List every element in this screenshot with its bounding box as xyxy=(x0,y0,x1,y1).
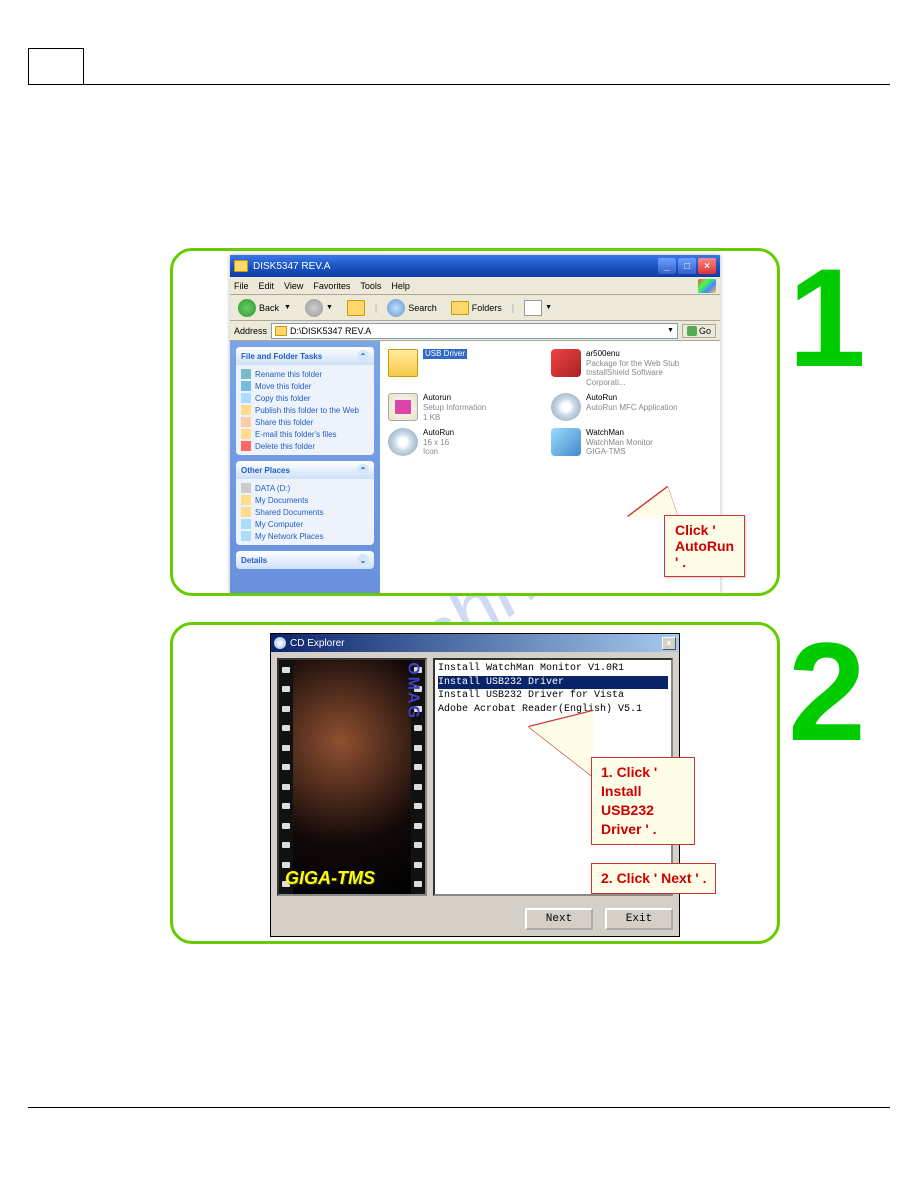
menu-file[interactable]: File xyxy=(234,281,249,291)
go-icon xyxy=(687,326,697,336)
xp-titlebar: DISK5347 REV.A _ □ × xyxy=(230,255,720,277)
windows-logo-icon xyxy=(698,279,716,293)
search-icon xyxy=(387,299,405,317)
task-copy[interactable]: Copy this folder xyxy=(241,392,369,404)
cd-titlebar: CD Explorer × xyxy=(271,634,679,652)
screenshot-panel-1: DISK5347 REV.A _ □ × File Edit View Favo… xyxy=(170,248,780,596)
panel-title: Other Places xyxy=(241,466,290,475)
next-button[interactable]: Next xyxy=(525,908,593,930)
address-label: Address xyxy=(234,326,267,336)
forward-icon xyxy=(305,299,323,317)
task-rename[interactable]: Rename this folder xyxy=(241,368,369,380)
brand-bottom: GIGA-TMS xyxy=(285,868,375,889)
close-button[interactable]: × xyxy=(662,637,676,650)
page-top-rule xyxy=(28,84,890,85)
place-mycomp[interactable]: My Computer xyxy=(241,518,369,530)
details-panel: Details ⌄ xyxy=(236,551,374,569)
folder-icon xyxy=(234,260,248,272)
folder-icon xyxy=(388,349,418,377)
place-network[interactable]: My Network Places xyxy=(241,530,369,542)
window-title: DISK5347 REV.A xyxy=(253,261,330,272)
collapse-icon[interactable]: ⌃ xyxy=(357,464,369,476)
file-item-autorun-ico[interactable]: AutoRun16 x 16Icon xyxy=(388,428,533,457)
close-button[interactable]: × xyxy=(698,258,716,274)
cd-window-title: CD Explorer xyxy=(290,638,344,649)
callout-click-next: 2. Click ' Next ' . xyxy=(591,863,716,894)
step-number-1: 1 xyxy=(788,248,866,388)
file-item-folder[interactable]: USB Driver xyxy=(388,349,533,387)
search-button[interactable]: Search xyxy=(383,297,441,319)
step-number-2: 2 xyxy=(788,622,866,762)
page-tab xyxy=(28,48,84,84)
place-shared[interactable]: Shared Documents xyxy=(241,506,369,518)
views-icon xyxy=(524,300,542,316)
maximize-button[interactable]: □ xyxy=(678,258,696,274)
list-item[interactable]: Install WatchMan Monitor V1.0R1 xyxy=(438,662,668,676)
cd-artwork: ROMAG GIGA-TMS xyxy=(277,658,427,896)
list-item[interactable]: Install USB232 Driver for Vista xyxy=(438,689,668,703)
task-delete[interactable]: Delete this folder xyxy=(241,440,369,452)
minimize-button[interactable]: _ xyxy=(658,258,676,274)
place-mydocs[interactable]: My Documents xyxy=(241,494,369,506)
expand-icon[interactable]: ⌄ xyxy=(357,554,369,566)
watchman-icon xyxy=(551,428,581,456)
go-button[interactable]: Go xyxy=(682,324,716,338)
menu-tools[interactable]: Tools xyxy=(360,281,381,291)
file-item-ar500enu[interactable]: ar500enuPackage for the Web StubInstallS… xyxy=(551,349,696,387)
exit-button[interactable]: Exit xyxy=(605,908,673,930)
callout-tail xyxy=(628,487,678,517)
up-button[interactable] xyxy=(343,298,369,318)
menu-favorites[interactable]: Favorites xyxy=(313,281,350,291)
forward-button[interactable]: ▼ xyxy=(301,297,337,319)
address-value: D:\DISK5347 REV.A xyxy=(290,326,371,336)
folders-button[interactable]: Folders xyxy=(447,299,506,317)
callout-tail xyxy=(529,711,593,777)
sidebar: File and Folder Tasks ⌃ Rename this folde… xyxy=(230,341,380,595)
page-bottom-rule xyxy=(28,1107,890,1108)
cd-icon xyxy=(274,637,286,649)
folder-icon xyxy=(275,326,287,336)
screenshot-panel-2: CD Explorer × ROMAG GIGA-TMS Install Wat… xyxy=(170,622,780,944)
panel-title: File and Folder Tasks xyxy=(241,352,322,361)
file-item-autorun-app[interactable]: AutoRunAutoRun MFC Application xyxy=(551,393,696,422)
xp-explorer-window: DISK5347 REV.A _ □ × File Edit View Favo… xyxy=(230,255,720,595)
task-publish[interactable]: Publish this folder to the Web xyxy=(241,404,369,416)
address-bar: Address D:\DISK5347 REV.A ▼ Go xyxy=(230,321,720,341)
back-button[interactable]: Back▼ xyxy=(234,297,295,319)
cd-icon-file-icon xyxy=(388,428,418,456)
menu-edit[interactable]: Edit xyxy=(259,281,275,291)
file-item-watchman[interactable]: WatchManWatchMan MonitorGIGA-TMS xyxy=(551,428,696,457)
cd-app-icon xyxy=(551,393,581,421)
task-share[interactable]: Share this folder xyxy=(241,416,369,428)
up-folder-icon xyxy=(347,300,365,316)
file-item-autorun-inf[interactable]: AutorunSetup Information1 KB xyxy=(388,393,533,422)
file-list-pane: USB Driver ar500enuPackage for the Web S… xyxy=(380,341,720,595)
panel-title: Details xyxy=(241,556,267,565)
callout-click-autorun: Click ' AutoRun ' . xyxy=(664,515,745,577)
brand-vertical: ROMAG xyxy=(403,658,421,720)
other-places-panel: Other Places ⌃ DATA (D:) My Documents Sha… xyxy=(236,461,374,545)
collapse-icon[interactable]: ⌃ xyxy=(357,350,369,362)
place-drive[interactable]: DATA (D:) xyxy=(241,482,369,494)
file-folder-tasks-panel: File and Folder Tasks ⌃ Rename this folde… xyxy=(236,347,374,455)
list-item-selected[interactable]: Install USB232 Driver xyxy=(438,676,668,690)
task-email[interactable]: E-mail this folder's files xyxy=(241,428,369,440)
menubar: File Edit View Favorites Tools Help xyxy=(230,277,720,295)
toolbar: Back▼ ▼ | Search Folders | ▼ xyxy=(230,295,720,321)
menu-view[interactable]: View xyxy=(284,281,303,291)
task-move[interactable]: Move this folder xyxy=(241,380,369,392)
inf-file-icon xyxy=(388,393,418,421)
folders-icon xyxy=(451,301,469,315)
menu-help[interactable]: Help xyxy=(391,281,410,291)
installer-icon xyxy=(551,349,581,377)
callout-install-driver: 1. Click ' Install USB232 Driver ' . xyxy=(591,757,695,845)
address-field[interactable]: D:\DISK5347 REV.A ▼ xyxy=(271,323,678,339)
views-button[interactable]: ▼ xyxy=(520,298,556,318)
back-icon xyxy=(238,299,256,317)
